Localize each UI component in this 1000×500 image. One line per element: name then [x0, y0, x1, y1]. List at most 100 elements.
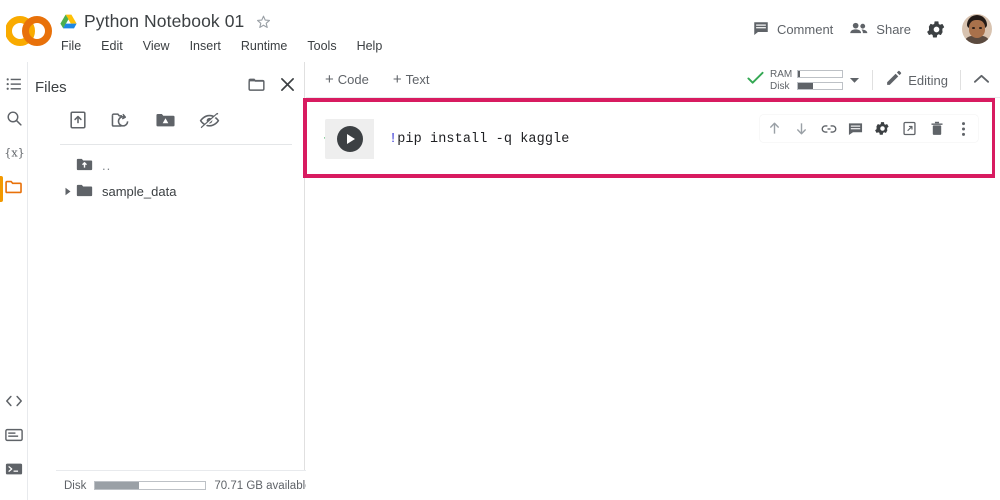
files-panel: Files .. sample_data Disk 70.71 GB avail… [28, 62, 333, 500]
mount-drive-icon[interactable] [155, 110, 176, 135]
runtime-disk-bar [797, 82, 844, 90]
top-right-actions: Comment Share [752, 14, 992, 44]
vertical-scrollbar[interactable] [995, 98, 1000, 500]
gear-icon [927, 20, 946, 39]
rail-item-files[interactable] [0, 172, 28, 206]
menu-edit[interactable]: Edit [98, 37, 126, 55]
editing-mode-button[interactable]: Editing [881, 67, 952, 93]
cell-settings-icon[interactable] [874, 120, 891, 137]
upload-file-icon[interactable] [68, 110, 88, 135]
move-cell-down-icon[interactable] [793, 120, 810, 137]
variables-icon: {x} [4, 144, 25, 166]
share-label: Share [876, 21, 911, 37]
colab-logo[interactable] [5, 16, 52, 46]
avatar-eye-left [972, 27, 975, 29]
chevron-up-icon [973, 73, 990, 88]
files-panel-toolbar [68, 110, 220, 135]
highlight-annotation: 4s !pip install -q kaggle [303, 98, 996, 178]
collapse-toolbar-button[interactable] [969, 70, 994, 91]
rail-item-table-of-contents[interactable] [0, 70, 28, 104]
file-tree: .. sample_data [60, 152, 300, 204]
cell-toolbar [760, 115, 978, 142]
share-button[interactable]: Share [849, 20, 911, 38]
add-text-cell-button[interactable]: + Text [388, 69, 435, 90]
open-in-new-window-icon[interactable] [247, 75, 266, 99]
colab-window: Python Notebook 01 File Edit View Insert… [0, 0, 1000, 500]
list-icon [6, 76, 23, 98]
code-cell[interactable]: 4s !pip install -q kaggle [317, 112, 986, 166]
rail-item-terminal[interactable] [0, 454, 28, 488]
ram-label: RAM [770, 68, 793, 80]
comment-button[interactable]: Comment [752, 20, 833, 38]
comment-icon [752, 20, 770, 38]
menu-view[interactable]: View [140, 37, 173, 55]
menu-help[interactable]: Help [354, 37, 386, 55]
comment-label: Comment [776, 21, 834, 37]
toggle-hidden-files-icon[interactable] [199, 111, 220, 135]
more-options-icon[interactable] [955, 120, 972, 137]
rail-item-variables[interactable]: {x} [0, 138, 28, 172]
avatar-eye-right [979, 27, 982, 29]
menu-insert[interactable]: Insert [187, 37, 224, 55]
run-cell-button[interactable] [325, 119, 374, 159]
play-triangle [347, 134, 355, 144]
list-item-label: sample_data [102, 183, 177, 199]
menu-file[interactable]: File [58, 37, 84, 55]
menu-bar: File Edit View Insert Runtime Tools Help [58, 37, 385, 55]
pencil-icon [885, 70, 902, 90]
add-comment-icon[interactable] [847, 120, 864, 137]
toolbar-right-group: RAM Disk Editing [743, 62, 994, 98]
add-text-label: Text [405, 72, 430, 87]
add-code-cell-button[interactable]: + Code [320, 69, 374, 90]
expand-triangle-icon[interactable] [60, 187, 76, 196]
star-outline-icon[interactable] [255, 13, 272, 30]
folder-icon [5, 179, 23, 200]
runtime-resources-button[interactable]: RAM Disk [743, 69, 864, 92]
disk-status-bar: Disk 70.71 GB available [56, 470, 333, 500]
toolbar-divider [960, 70, 961, 90]
command-palette-icon [5, 428, 23, 447]
ram-usage-bar [797, 70, 844, 78]
folder-icon [76, 183, 93, 200]
disk-label: Disk [64, 479, 87, 492]
menu-tools[interactable]: Tools [304, 37, 339, 55]
list-item[interactable]: sample_data [60, 178, 300, 204]
list-item[interactable]: .. [60, 152, 300, 178]
notebook-toolbar: + Code + Text RAM Disk Editing [306, 62, 1000, 98]
code-line: !pip install -q kaggle [389, 132, 569, 147]
avatar[interactable] [962, 14, 992, 44]
svg-text:{x}: {x} [5, 146, 24, 159]
link-to-cell-icon[interactable] [820, 120, 837, 137]
refresh-folder-icon[interactable] [111, 110, 132, 135]
resource-meters: RAM Disk [770, 68, 844, 92]
chevron-down-icon[interactable] [849, 71, 860, 89]
play-icon [336, 126, 363, 152]
menu-runtime[interactable]: Runtime [238, 37, 291, 55]
disk-available-label: 70.71 GB available [214, 479, 312, 492]
move-cell-up-icon[interactable] [766, 120, 783, 137]
rail-item-code-snippets[interactable] [0, 386, 28, 420]
files-panel-header-icons [247, 75, 297, 99]
close-icon[interactable] [278, 75, 297, 99]
notebook-canvas[interactable] [306, 178, 1000, 500]
rail-item-command-palette[interactable] [0, 420, 28, 454]
plus-icon: + [325, 71, 334, 88]
editing-label: Editing [908, 72, 948, 88]
mirror-cell-icon[interactable] [901, 120, 918, 137]
notebook-title-block[interactable]: Python Notebook 01 [60, 8, 272, 34]
shell-bang-token: ! [389, 131, 398, 147]
left-rail: {x} [0, 62, 28, 500]
people-icon [849, 20, 869, 38]
disk-usage-fill [95, 482, 140, 489]
toolbar-divider [872, 70, 874, 90]
rail-item-find-and-replace[interactable] [0, 104, 28, 138]
google-drive-icon [60, 14, 77, 29]
page-title: Python Notebook 01 [84, 10, 245, 31]
top-bar: Python Notebook 01 File Edit View Insert… [0, 0, 1000, 62]
settings-button[interactable] [927, 20, 946, 39]
list-item-label: .. [102, 157, 112, 173]
runtime-disk-fill [798, 83, 813, 89]
search-icon [6, 110, 23, 132]
delete-cell-icon[interactable] [928, 120, 945, 137]
ram-usage-fill [798, 71, 801, 77]
